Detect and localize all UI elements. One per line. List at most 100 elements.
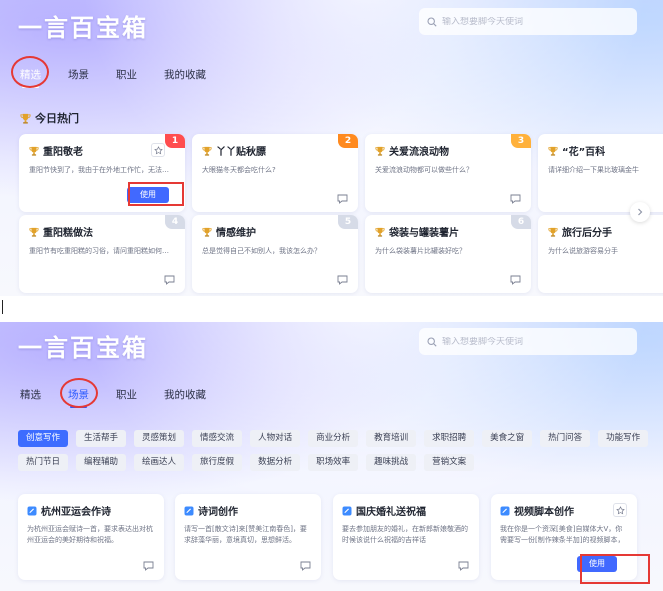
chip[interactable]: 商业分析 — [308, 430, 359, 447]
card-header: 丫丫贴秋膘 — [202, 143, 348, 158]
trophy-icon — [202, 146, 212, 156]
comment-icon[interactable] — [164, 275, 175, 285]
use-button[interactable]: 使用 — [577, 556, 617, 572]
hot-card[interactable]: 旅行后分手 为什么说旅游容易分手 — [538, 215, 663, 293]
chip[interactable]: 职场效率 — [308, 454, 359, 471]
card-title: 杭州亚运会作诗 — [41, 507, 111, 518]
hot-card[interactable]: 重阳敬老 重阳节快到了，我由于在外地工作忙，无法回… 1 使用 — [19, 134, 185, 212]
tab-featured[interactable]: 精选 — [20, 387, 41, 402]
edit-icon — [184, 506, 194, 515]
next-page-button[interactable] — [630, 202, 650, 222]
hot-card[interactable]: 袋装与罐装薯片 为什么袋装薯片比罐装好吃？ 6 — [365, 215, 531, 293]
search-box[interactable] — [419, 8, 637, 35]
card-desc: 为什么袋装薯片比罐装好吃？ — [375, 247, 466, 255]
chip[interactable]: 情感交流 — [192, 430, 243, 447]
hot-card[interactable]: 重阳糕做法 重阳节有吃重阳糕的习俗，请问重阳糕如何… 4 — [19, 215, 185, 293]
hot-card[interactable]: 关爱流浪动物 关爱流浪动物都可以做些什么？ 3 — [365, 134, 531, 212]
chip[interactable]: 数据分析 — [250, 454, 301, 471]
tab-featured[interactable]: 精选 — [20, 67, 41, 88]
rank-badge: 4 — [165, 215, 185, 229]
scene-card[interactable]: 视频脚本创作 我在你是一个资深[美食]自媒体大V，你需要写一份[制作辣条半加]的… — [491, 494, 637, 580]
comment-icon[interactable] — [510, 275, 521, 285]
rank-badge: 1 — [165, 134, 185, 148]
category-chips: 创意写作 生活帮手 灵感策划 情感交流 人物对话 商业分析 教育培训 求职招聘 … — [18, 430, 658, 471]
card-header: “花”百科 — [548, 143, 663, 158]
chip[interactable]: 旅行度假 — [192, 454, 243, 471]
tab-scenes[interactable]: 场景 — [68, 387, 89, 408]
trophy-icon — [548, 146, 558, 156]
scene-card[interactable]: 诗词创作 请写一首[散文诗]来[赞美江南春色]，要求辞藻华丽，意境真切，思想鲜活… — [175, 494, 321, 580]
tab-scenes[interactable]: 场景 — [68, 67, 89, 82]
tab-career[interactable]: 职业 — [116, 387, 137, 402]
chip[interactable]: 趣味挑战 — [366, 454, 417, 471]
comment-icon[interactable] — [337, 194, 348, 204]
use-button[interactable]: 使用 — [127, 187, 169, 203]
star-icon — [615, 505, 625, 514]
rank-badge: 6 — [511, 215, 531, 229]
chip[interactable]: 编程辅助 — [76, 454, 127, 471]
chip[interactable]: 功能写作 — [598, 430, 649, 447]
chip[interactable]: 灵感策划 — [134, 430, 185, 447]
card-desc: 大眼猫冬天都会吃什么? — [202, 166, 276, 174]
chip[interactable]: 美食之窗 — [482, 430, 533, 447]
card-header: 杭州亚运会作诗 — [27, 503, 155, 518]
rank-badge: 3 — [511, 134, 531, 148]
comment-icon[interactable] — [458, 561, 469, 571]
comment-icon[interactable] — [337, 275, 348, 285]
hot-card[interactable]: “花”百科 请详细介绍一下果比玻璃金牛 — [538, 134, 663, 212]
card-desc: 请详细介绍一下果比玻璃金牛 — [548, 166, 639, 174]
chevron-right-icon — [638, 208, 643, 216]
edit-icon — [27, 506, 37, 515]
search-input[interactable] — [442, 336, 622, 347]
search-box[interactable] — [419, 328, 637, 355]
app-title: 一言百宝箱 — [18, 334, 148, 362]
tab-career[interactable]: 职业 — [116, 67, 137, 82]
card-header: 国庆婚礼送祝福 — [342, 503, 470, 518]
card-title: 丫丫贴秋膘 — [216, 147, 266, 158]
card-title: 袋装与罐装薯片 — [389, 228, 459, 239]
chip[interactable]: 热门节日 — [18, 454, 69, 471]
card-title: 重阳敬老 — [43, 147, 83, 158]
comment-icon[interactable] — [300, 561, 311, 571]
favorite-star-button[interactable] — [613, 503, 627, 517]
card-header: 旅行后分手 — [548, 224, 663, 239]
app-title: 一言百宝箱 — [18, 14, 148, 42]
chip[interactable]: 营销文案 — [424, 454, 475, 471]
search-input[interactable] — [442, 16, 622, 27]
scene-card[interactable]: 杭州亚运会作诗 为杭州亚运会赋诗一首，要求表达出对杭州亚运会的美好期待和祝福。 — [18, 494, 164, 580]
chip[interactable]: 教育培训 — [366, 430, 417, 447]
hot-card[interactable]: 情感维护 总是觉得自己不如别人，我该怎么办？ 5 — [192, 215, 358, 293]
comment-icon[interactable] — [143, 561, 154, 571]
trophy-icon — [548, 227, 558, 237]
card-title: 重阳糕做法 — [43, 228, 93, 239]
card-desc: 为杭州亚运会赋诗一首，要求表达出对杭州亚运会的美好期待和祝福。 — [27, 525, 153, 544]
edit-icon — [342, 506, 352, 515]
hot-card[interactable]: 丫丫贴秋膘 大眼猫冬天都会吃什么? 2 — [192, 134, 358, 212]
card-title: 国庆婚礼送祝福 — [356, 507, 426, 518]
trophy-icon — [20, 113, 31, 124]
rank-badge: 2 — [338, 134, 358, 148]
card-desc: 重阳节快到了，我由于在外地工作忙，无法回… — [29, 166, 175, 174]
chip[interactable]: 热门问答 — [540, 430, 591, 447]
tab-favorites[interactable]: 我的收藏 — [164, 387, 206, 402]
favorite-star-button[interactable] — [151, 143, 165, 157]
chip[interactable]: 绘画达人 — [134, 454, 185, 471]
trophy-icon — [375, 146, 385, 156]
card-title: 情感维护 — [216, 228, 256, 239]
chip[interactable]: 人物对话 — [250, 430, 301, 447]
scene-card[interactable]: 国庆婚礼送祝福 要去参加朋友的婚礼，在新郎新娘敬酒的时候该说什么祝福的吉祥话 — [333, 494, 479, 580]
main-tabs: 精选 场景 职业 我的收藏 — [20, 387, 233, 408]
trophy-icon — [375, 227, 385, 237]
chip-creative-writing[interactable]: 创意写作 — [18, 430, 69, 447]
trophy-icon — [202, 227, 212, 237]
chip[interactable]: 生活帮手 — [76, 430, 127, 447]
star-icon — [153, 145, 163, 154]
card-header: 袋装与罐装薯片 — [375, 224, 521, 239]
chip[interactable]: 求职招聘 — [424, 430, 475, 447]
card-desc: 为什么说旅游容易分手 — [548, 247, 618, 255]
card-desc: 请写一首[散文诗]来[赞美江南春色]，要求辞藻华丽，意境真切，思想鲜活。 — [184, 525, 307, 544]
search-icon — [427, 336, 437, 347]
comment-icon[interactable] — [510, 194, 521, 204]
card-header: 重阳糕做法 — [29, 224, 175, 239]
tab-favorites[interactable]: 我的收藏 — [164, 67, 206, 82]
